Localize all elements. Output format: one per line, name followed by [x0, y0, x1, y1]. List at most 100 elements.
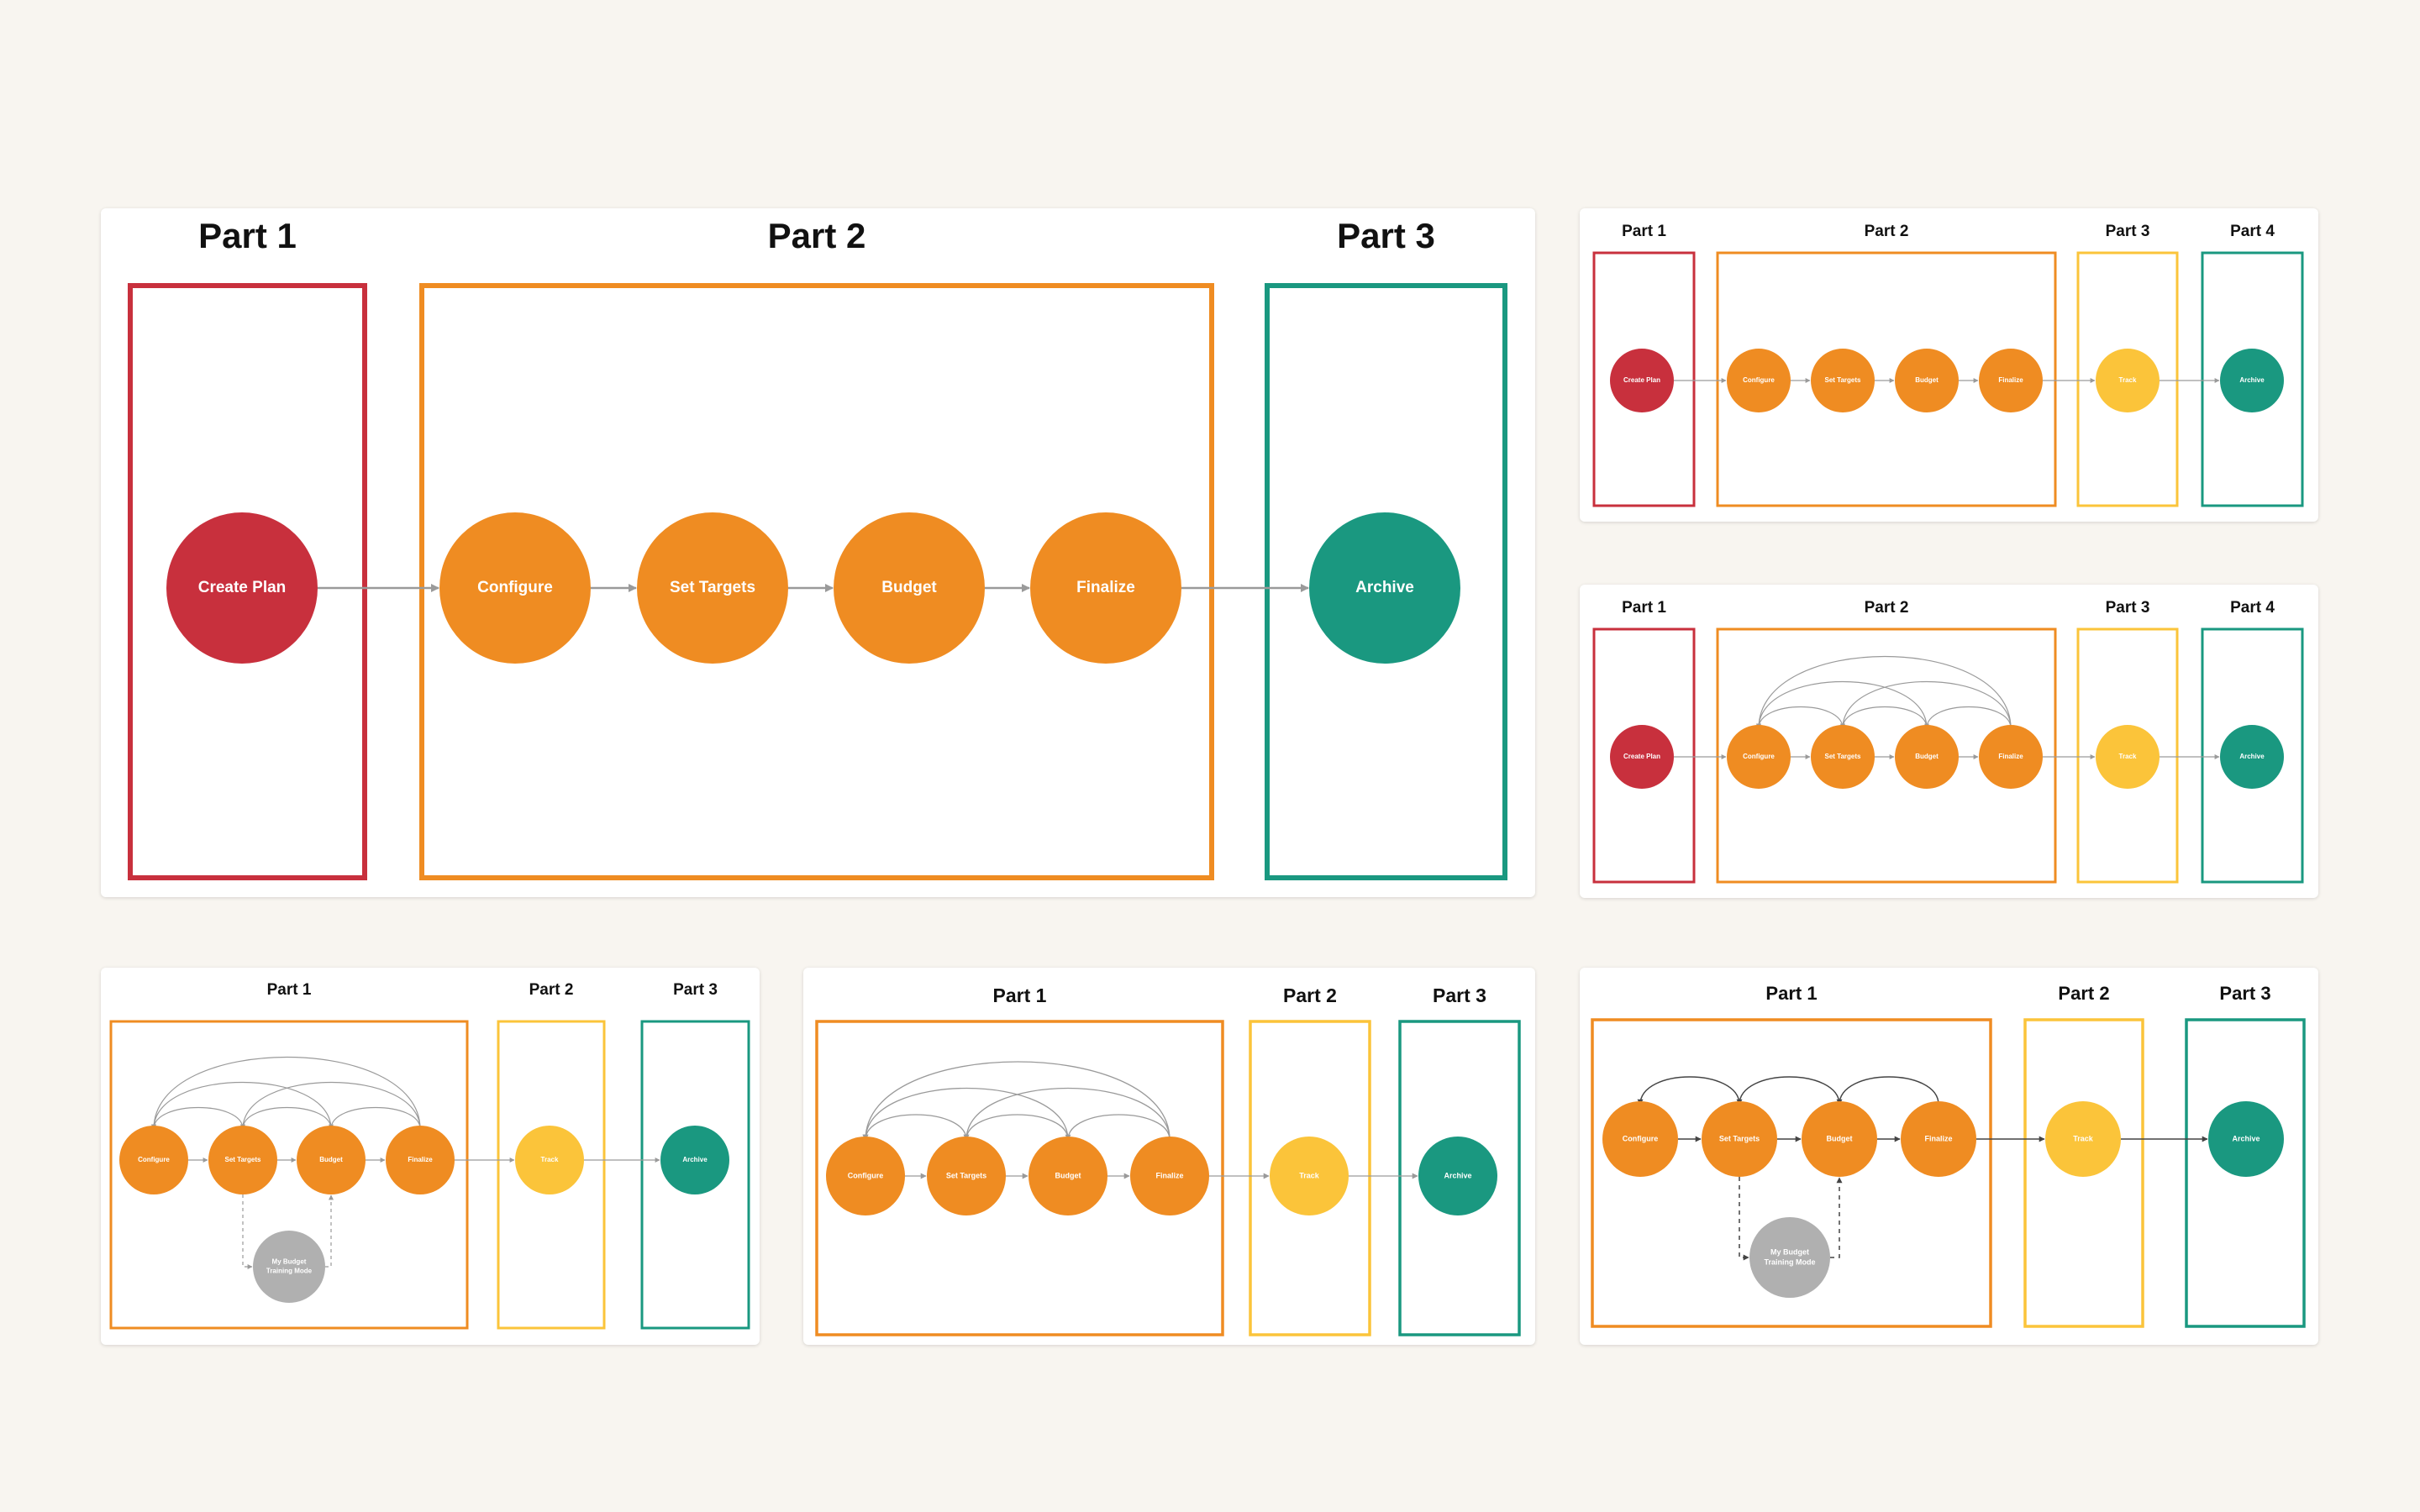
side-node-label: My Budget	[1770, 1247, 1809, 1256]
node-label: Budget	[1827, 1134, 1853, 1142]
node-finalize[interactable]: Finalize	[386, 1126, 455, 1194]
node-label: Set Targets	[225, 1156, 262, 1163]
part-title-2: Part 2	[1865, 599, 1909, 617]
node-budget[interactable]: Budget	[1028, 1137, 1107, 1215]
diagram-card-6: Part 1 Part 2 Part 3 My Budget Training Mode…	[1580, 968, 2318, 1345]
node-label: Finalize	[1924, 1134, 1952, 1142]
side-connector-in	[242, 1194, 253, 1269]
part-title-3: Part 3	[1337, 216, 1435, 255]
loop-finalize-to-budget	[1836, 1076, 1939, 1105]
diagram-canvas: Part 1 Part 2 Part 3 Create Plan Configure Se…	[128, 216, 1507, 880]
node-label: Set Targets	[946, 1171, 986, 1179]
node-finalize[interactable]: Finalize	[1901, 1101, 1976, 1177]
node-set-targets[interactable]: Set Targets	[1702, 1101, 1777, 1177]
part-title-3: Part 3	[2219, 983, 2270, 1004]
side-connector-out	[325, 1194, 334, 1268]
node-label: Create Plan	[1623, 753, 1660, 760]
node-label: Configure	[1743, 753, 1775, 760]
side-node-label: Training Mode	[266, 1268, 313, 1275]
part-title-1: Part 1	[1765, 983, 1817, 1004]
node-label: Finalize	[1155, 1171, 1183, 1179]
part-title-3: Part 3	[673, 981, 718, 999]
side-node[interactable]: My BudgetTraining Mode	[1749, 1217, 1830, 1298]
part-title-2: Part 2	[529, 981, 574, 999]
node-budget[interactable]: Budget	[1895, 725, 1959, 789]
node-label: Set Targets	[1825, 376, 1862, 384]
node-label: Finalize	[1076, 579, 1135, 596]
loop-finalize-to-budget	[1924, 706, 2012, 729]
diagram-card-2: Part 1 Part 2 Part 3 Part 4 Create Plan Confi…	[1580, 208, 2318, 522]
node-label: Finalize	[408, 1156, 433, 1163]
node-archive[interactable]: Archive	[2208, 1101, 2284, 1177]
node-finalize[interactable]: Finalize	[1030, 512, 1181, 664]
loop-finalize-to-budget	[329, 1106, 421, 1130]
node-configure[interactable]: Configure	[1727, 725, 1791, 789]
node-finalize[interactable]: Finalize	[1979, 349, 2043, 412]
side-node-label: My Budget	[272, 1258, 307, 1266]
node-create-plan[interactable]: Create Plan	[1610, 725, 1674, 789]
part-title-3: Part 3	[2106, 599, 2150, 617]
node-configure[interactable]: Configure	[1602, 1101, 1678, 1177]
node-archive[interactable]: Archive	[660, 1126, 729, 1194]
node-budget[interactable]: Budget	[1802, 1101, 1877, 1177]
node-label: Track	[541, 1156, 559, 1163]
node-budget[interactable]: Budget	[834, 512, 985, 664]
node-label: Configure	[1743, 376, 1775, 384]
node-label: Budget	[319, 1156, 343, 1163]
node-label: Configure	[138, 1156, 170, 1163]
side-node-label: Training Mode	[1764, 1257, 1815, 1266]
node-archive[interactable]: Archive	[1418, 1137, 1497, 1215]
node-label: Budget	[1915, 753, 1939, 760]
node-label: Archive	[682, 1156, 708, 1163]
loop-finalize-to-set-targets	[963, 1087, 1171, 1141]
node-set-targets[interactable]: Set Targets	[1811, 349, 1875, 412]
node-budget[interactable]: Budget	[1895, 349, 1959, 412]
part-title-1: Part 1	[198, 216, 297, 255]
node-configure[interactable]: Configure	[439, 512, 591, 664]
node-label: Budget	[1055, 1171, 1081, 1179]
part-title-4: Part 4	[2230, 223, 2275, 240]
loop-finalize-to-configure	[862, 1061, 1171, 1141]
part-title-2: Part 2	[2058, 983, 2109, 1004]
node-set-targets[interactable]: Set Targets	[927, 1137, 1006, 1215]
diagram-card-1: Part 1 Part 2 Part 3 Create Plan Configure Se…	[101, 208, 1535, 897]
diagram-canvas: Part 1 Part 2 Part 3My BudgetTraining Mode…	[109, 981, 750, 1330]
loop-set-targets-to-configure	[1637, 1076, 1740, 1105]
loop-set-targets-to-configure	[151, 1106, 244, 1130]
node-label: Archive	[2239, 753, 2265, 760]
node-configure[interactable]: Configure	[1727, 349, 1791, 412]
node-archive[interactable]: Archive	[1309, 512, 1460, 664]
side-connector-in	[1739, 1177, 1749, 1261]
node-track[interactable]: Track	[2096, 349, 2160, 412]
node-label: Configure	[1623, 1134, 1659, 1142]
node-label: Track	[1299, 1171, 1320, 1179]
node-label: Archive	[2232, 1134, 2260, 1142]
node-set-targets[interactable]: Set Targets	[208, 1126, 277, 1194]
node-archive[interactable]: Archive	[2220, 349, 2284, 412]
part-title-1: Part 1	[1622, 223, 1666, 240]
part-title-1: Part 1	[993, 984, 1047, 1006]
node-budget[interactable]: Budget	[297, 1126, 366, 1194]
node-create-plan[interactable]: Create Plan	[1610, 349, 1674, 412]
node-label: Track	[2119, 376, 2137, 384]
node-set-targets[interactable]: Set Targets	[1811, 725, 1875, 789]
loop-finalize-to-set-targets	[1840, 681, 2012, 729]
loop-set-targets-to-configure	[1756, 706, 1844, 729]
node-configure[interactable]: Configure	[826, 1137, 905, 1215]
node-track[interactable]: Track	[2045, 1101, 2121, 1177]
node-configure[interactable]: Configure	[119, 1126, 188, 1194]
diagram-canvas: Part 1 Part 2 Part 3 My BudgetTraining Mode…	[1591, 983, 2306, 1328]
node-finalize[interactable]: Finalize	[1979, 725, 2043, 789]
node-finalize[interactable]: Finalize	[1130, 1137, 1209, 1215]
node-track[interactable]: Track	[1270, 1137, 1349, 1215]
node-label: Set Targets	[1825, 753, 1862, 760]
node-create-plan[interactable]: Create Plan	[166, 512, 318, 664]
node-label: Archive	[1444, 1171, 1471, 1179]
node-track[interactable]: Track	[515, 1126, 584, 1194]
diagram-card-3: Part 1 Part 2 Part 3 Part 4 Create Plan Confi…	[1580, 585, 2318, 898]
node-track[interactable]: Track	[2096, 725, 2160, 789]
node-archive[interactable]: Archive	[2220, 725, 2284, 789]
loop-set-targets-to-configure	[862, 1114, 967, 1141]
side-node[interactable]: My Budget Training Mode	[253, 1231, 325, 1303]
node-set-targets[interactable]: Set Targets	[637, 512, 788, 664]
